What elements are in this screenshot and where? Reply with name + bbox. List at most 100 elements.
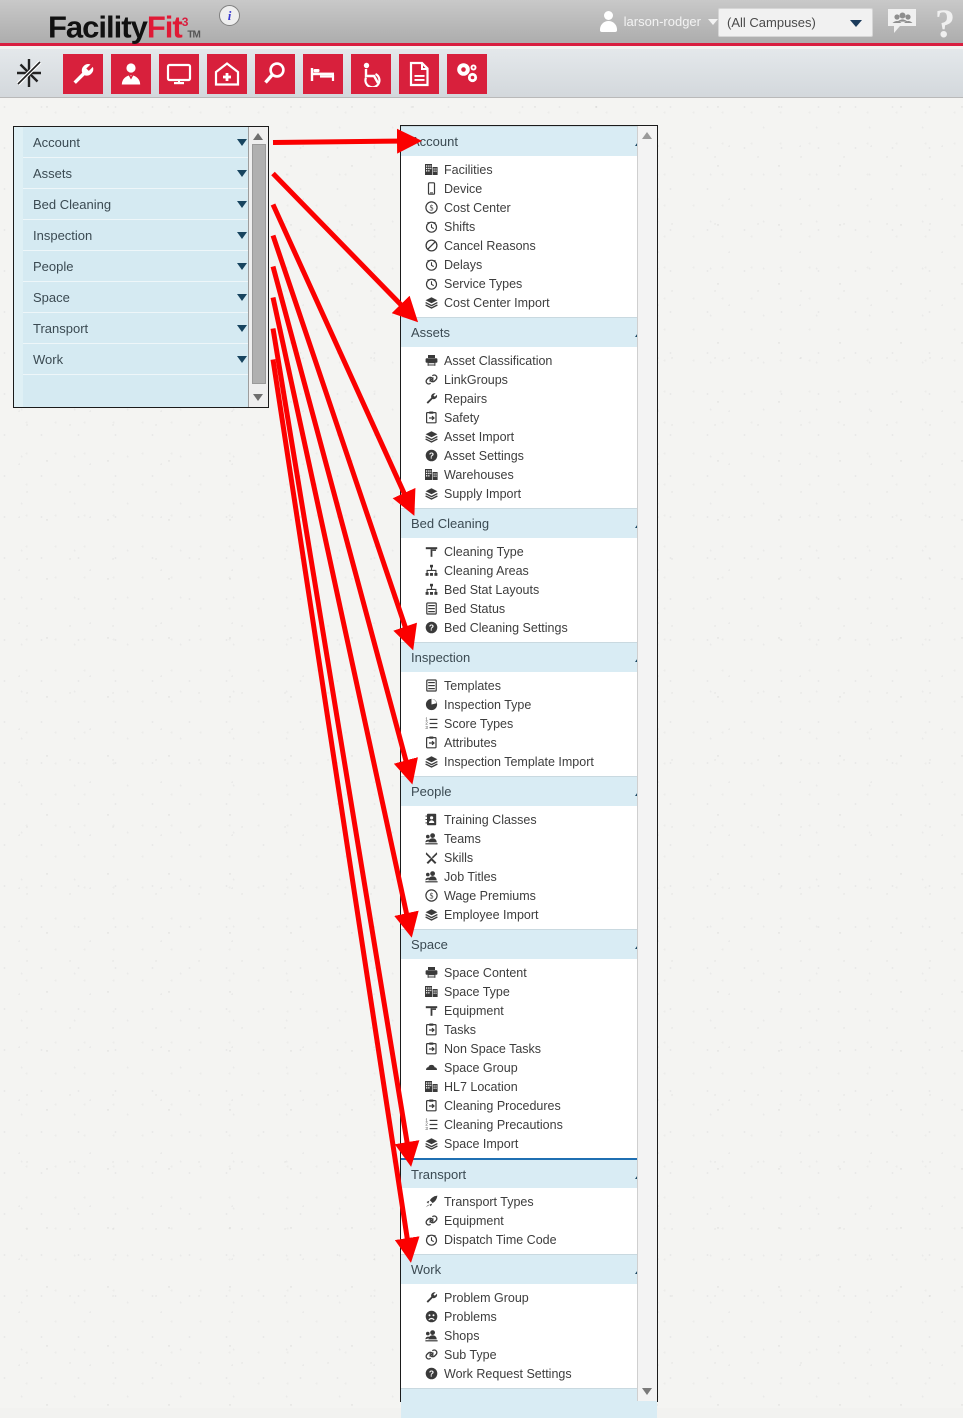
menu-item[interactable]: LinkGroups: [401, 370, 657, 389]
favorites-star-icon[interactable]: [10, 54, 48, 92]
scroll-up-icon[interactable]: [253, 133, 263, 140]
menu-item[interactable]: Shops: [401, 1326, 657, 1345]
menu-item[interactable]: Attributes: [401, 733, 657, 752]
menu-item[interactable]: Tasks: [401, 1020, 657, 1039]
accordion-header-people[interactable]: People: [401, 776, 657, 806]
menu-item[interactable]: Skills: [401, 848, 657, 867]
menu-item[interactable]: Cancel Reasons: [401, 236, 657, 255]
wrench-icon: [425, 1291, 438, 1304]
user-menu[interactable]: larson-rodger: [599, 11, 718, 32]
menu-item[interactable]: Teams: [401, 829, 657, 848]
printer-icon: [425, 354, 438, 367]
menu-item[interactable]: Space Import: [401, 1134, 657, 1153]
menu-item[interactable]: Cleaning Type: [401, 542, 657, 561]
menu-item[interactable]: Warehouses: [401, 465, 657, 484]
wrench-icon[interactable]: [63, 54, 103, 94]
help-icon[interactable]: ?: [935, 2, 955, 46]
menu-item[interactable]: Asset Classification: [401, 351, 657, 370]
menu-item[interactable]: HL7 Location: [401, 1077, 657, 1096]
scroll-down-icon[interactable]: [253, 394, 263, 401]
menu-item[interactable]: Cleaning Procedures: [401, 1096, 657, 1115]
document-icon[interactable]: [399, 54, 439, 94]
menu-item[interactable]: Safety: [401, 408, 657, 427]
menu-item[interactable]: Transport Types: [401, 1192, 657, 1211]
menu-item[interactable]: Equipment: [401, 1211, 657, 1230]
person-icon[interactable]: [111, 54, 151, 94]
svg-text:3: 3: [425, 725, 428, 730]
collapsed-accordion-header-space[interactable]: Space: [23, 282, 259, 313]
menu-item[interactable]: Training Classes: [401, 810, 657, 829]
info-icon[interactable]: i: [219, 5, 240, 26]
menu-item[interactable]: Bed Status: [401, 599, 657, 618]
accordion-header-label: Work: [411, 1262, 442, 1277]
menu-item[interactable]: Inspection Template Import: [401, 752, 657, 771]
menu-item[interactable]: ? Asset Settings: [401, 446, 657, 465]
accordion-header-transport[interactable]: Transport: [401, 1158, 657, 1188]
monitor-icon[interactable]: [159, 54, 199, 94]
accordion-header-inspection[interactable]: Inspection: [401, 642, 657, 672]
collapsed-accordion-header-people[interactable]: People: [23, 251, 259, 282]
chevron-down-icon: [237, 294, 247, 301]
menu-item[interactable]: Templates: [401, 676, 657, 695]
collapsed-accordion-header-transport[interactable]: Transport: [23, 313, 259, 344]
menu-item[interactable]: Space Group: [401, 1058, 657, 1077]
collapsed-accordion-header-account[interactable]: Account: [23, 127, 259, 158]
collapsed-accordion-header-inspection[interactable]: Inspection: [23, 220, 259, 251]
menu-item[interactable]: Supply Import: [401, 484, 657, 503]
collapsed-accordion-header-assets[interactable]: Assets: [23, 158, 259, 189]
collapsed-accordion-filler: [23, 375, 259, 407]
menu-item[interactable]: Delays: [401, 255, 657, 274]
chevron-down-icon: [237, 139, 247, 146]
menu-item[interactable]: Inspection Type: [401, 695, 657, 714]
menu-item[interactable]: Job Titles: [401, 867, 657, 886]
accordion-header-space[interactable]: Space: [401, 929, 657, 959]
menu-item-label: Space Import: [444, 1136, 519, 1151]
menu-item[interactable]: ? Bed Cleaning Settings: [401, 618, 657, 637]
right-panel-scrollbar[interactable]: [637, 126, 657, 1401]
menu-item[interactable]: $ Wage Premiums: [401, 886, 657, 905]
menu-item[interactable]: Space Content: [401, 963, 657, 982]
scroll-down-icon[interactable]: [642, 1388, 652, 1395]
hospital-home-icon[interactable]: [207, 54, 247, 94]
menu-item[interactable]: Cleaning Areas: [401, 561, 657, 580]
scrollbar-thumb[interactable]: [252, 144, 266, 384]
menu-item[interactable]: Service Types: [401, 274, 657, 293]
accordion-header-assets[interactable]: Assets: [401, 317, 657, 347]
collapsed-accordion-header-work[interactable]: Work: [23, 344, 259, 375]
people-icon: [425, 870, 438, 883]
menu-item[interactable]: 1 2 3 Cleaning Precautions: [401, 1115, 657, 1134]
gears-icon[interactable]: [447, 54, 487, 94]
accordion-header-bed-cleaning[interactable]: Bed Cleaning: [401, 508, 657, 538]
menu-item[interactable]: Shifts: [401, 217, 657, 236]
wheelchair-icon[interactable]: [351, 54, 391, 94]
menu-item[interactable]: Asset Import: [401, 427, 657, 446]
scroll-up-icon[interactable]: [642, 132, 652, 139]
menu-item[interactable]: Employee Import: [401, 905, 657, 924]
accordion-header-work[interactable]: Work: [401, 1254, 657, 1284]
accordion-header-label: Inspection: [411, 650, 471, 665]
menu-item[interactable]: Space Type: [401, 982, 657, 1001]
menu-item[interactable]: Equipment: [401, 1001, 657, 1020]
menu-item[interactable]: $ Cost Center: [401, 198, 657, 217]
menu-item[interactable]: Dispatch Time Code: [401, 1230, 657, 1249]
collapsed-accordion-header-bed-cleaning[interactable]: Bed Cleaning: [23, 189, 259, 220]
menu-item[interactable]: Non Space Tasks: [401, 1039, 657, 1058]
menu-item[interactable]: Sub Type: [401, 1345, 657, 1364]
menu-item[interactable]: Facilities: [401, 160, 657, 179]
menu-item[interactable]: Problem Group: [401, 1288, 657, 1307]
menu-item[interactable]: ? Work Request Settings: [401, 1364, 657, 1383]
menu-item[interactable]: Device: [401, 179, 657, 198]
menu-item-label: Shifts: [444, 219, 476, 234]
menu-item[interactable]: Bed Stat Layouts: [401, 580, 657, 599]
menu-item[interactable]: Cost Center Import: [401, 293, 657, 312]
menu-item[interactable]: 1 2 3 Score Types: [401, 714, 657, 733]
campus-select[interactable]: (All Campuses): [718, 8, 873, 37]
menu-item[interactable]: Problems: [401, 1307, 657, 1326]
menu-item[interactable]: Repairs: [401, 389, 657, 408]
accordion-header-account[interactable]: Account: [401, 126, 657, 156]
left-panel-scrollbar[interactable]: [248, 127, 268, 407]
menu-item-label: Cleaning Areas: [444, 563, 529, 578]
magnifier-icon[interactable]: [255, 54, 295, 94]
bed-icon[interactable]: [303, 54, 343, 94]
chat-bubble-icon[interactable]: [887, 8, 917, 34]
